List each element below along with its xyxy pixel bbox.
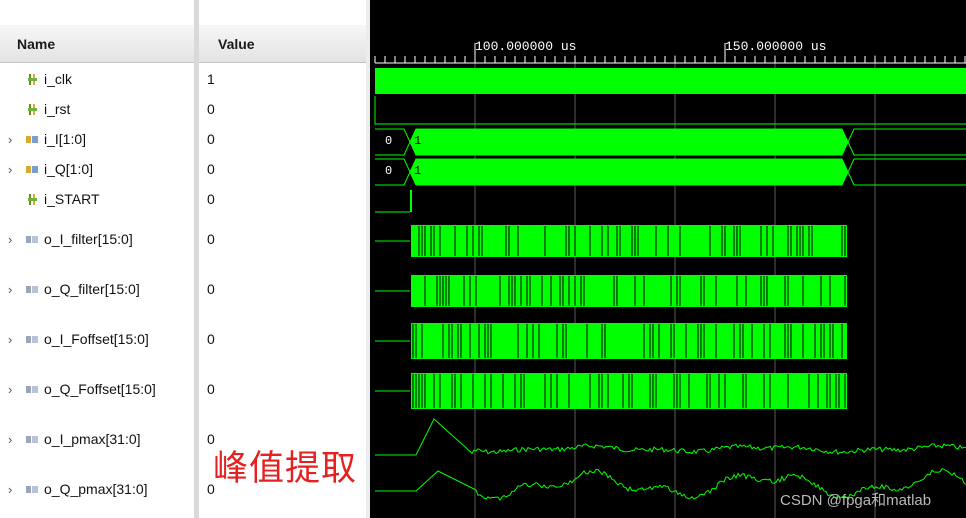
wave-o-i-foffset — [411, 323, 847, 359]
annotation-text: 峰值提取 — [213, 449, 358, 489]
bus-signal-icon — [26, 236, 38, 243]
name-column-header[interactable]: Name — [0, 25, 194, 63]
signal-name: o_Q_Foffset[15:0] — [44, 381, 156, 397]
signal-row[interactable]: › o_Q_filter[15:0] — [0, 279, 194, 301]
wave-i-q — [409, 158, 849, 186]
signal-name: o_I_pmax[31:0] — [44, 431, 141, 447]
wave-i-i — [847, 128, 966, 143]
signal-name: i_I[1:0] — [44, 131, 87, 147]
bus-value-label: 0 — [385, 164, 392, 178]
wave-i-i — [375, 128, 411, 156]
waveform-pane[interactable]: 100.000000 us 150.000000 us 0 1 0 1 — [370, 0, 966, 518]
chevron-right-icon[interactable]: › — [8, 282, 12, 297]
signal-name: o_Q_pmax[31:0] — [44, 481, 148, 497]
wave-i-q — [375, 158, 411, 186]
signal-value: 0 — [207, 191, 215, 207]
value-header-label: Value — [218, 36, 255, 52]
bus-value-label: 0 — [385, 134, 392, 148]
bus-signal-icon — [26, 336, 38, 343]
signal-name: i_START — [44, 191, 100, 207]
wave-i-rst — [374, 96, 966, 125]
time-marker-label: 100.000000 us — [475, 39, 576, 54]
chevron-right-icon[interactable]: › — [8, 382, 12, 397]
name-column: Name i_clk i_rst › i_I[1:0] › i_Q[1:0] i… — [0, 0, 194, 518]
signal-value: 0 — [207, 231, 215, 247]
bit-signal-icon — [28, 74, 37, 85]
wave-i-clk — [375, 68, 966, 94]
value-column-header[interactable]: Value — [199, 25, 366, 63]
signal-row[interactable]: i_rst — [0, 99, 194, 121]
chevron-right-icon[interactable]: › — [8, 482, 12, 497]
signal-name: i_Q[1:0] — [44, 161, 94, 177]
chevron-right-icon[interactable]: › — [8, 132, 12, 147]
signal-name: o_I_filter[15:0] — [44, 231, 133, 247]
bus-signal-icon — [26, 436, 38, 443]
signal-name: o_I_Foffset[15:0] — [44, 331, 149, 347]
wave-i-q — [847, 158, 966, 173]
signal-value: 0 — [207, 331, 215, 347]
signal-value: 0 — [207, 161, 215, 177]
signal-row[interactable]: › o_I_Foffset[15:0] — [0, 329, 194, 351]
chevron-right-icon[interactable]: › — [8, 332, 12, 347]
wave-i-q — [847, 171, 966, 186]
waveform-canvas[interactable]: 100.000000 us 150.000000 us 0 1 0 1 — [370, 0, 966, 518]
wave-i-i — [847, 141, 966, 156]
signal-row[interactable]: › o_Q_pmax[31:0] — [0, 479, 194, 501]
wave-i-start — [410, 190, 412, 212]
signal-value: 1 — [207, 71, 215, 87]
bus-signal-icon — [26, 166, 38, 173]
signal-name: i_rst — [44, 101, 71, 117]
value-column-blank — [199, 0, 366, 25]
signal-name: o_Q_filter[15:0] — [44, 281, 140, 297]
signal-row[interactable]: i_START — [0, 189, 194, 211]
watermark: CSDN @fpga和matlab — [780, 492, 932, 509]
signal-name: i_clk — [44, 71, 73, 87]
wave-o-i-pmax — [375, 418, 966, 456]
name-column-blank — [0, 0, 194, 25]
signal-row[interactable]: › o_I_pmax[31:0] — [0, 429, 194, 451]
chevron-right-icon[interactable]: › — [8, 162, 12, 177]
signal-row[interactable]: › o_Q_Foffset[15:0] — [0, 379, 194, 401]
signal-row[interactable]: › i_I[1:0] — [0, 129, 194, 151]
bus-signal-icon — [26, 136, 38, 143]
bus-signal-icon — [26, 286, 38, 293]
time-marker-label: 150.000000 us — [725, 39, 826, 54]
wave-o-i-filter — [411, 225, 847, 257]
chevron-right-icon[interactable]: › — [8, 432, 12, 447]
signal-value: 0 — [207, 101, 215, 117]
signal-value: 0 — [207, 381, 215, 397]
chevron-right-icon[interactable]: › — [8, 232, 12, 247]
signal-row[interactable]: › o_I_filter[15:0] — [0, 229, 194, 251]
signal-value: 0 — [207, 281, 215, 297]
bus-value-label: 1 — [414, 164, 421, 178]
wave-i-i — [409, 128, 849, 156]
signal-row[interactable]: › i_Q[1:0] — [0, 159, 194, 181]
signal-row[interactable]: i_clk — [0, 69, 194, 91]
bit-signal-icon — [28, 194, 37, 205]
bus-signal-icon — [26, 486, 38, 493]
bus-signal-icon — [26, 386, 38, 393]
signal-value: 0 — [207, 131, 215, 147]
bus-value-label: 1 — [414, 134, 421, 148]
bit-signal-icon — [28, 104, 37, 115]
name-header-label: Name — [17, 36, 56, 52]
